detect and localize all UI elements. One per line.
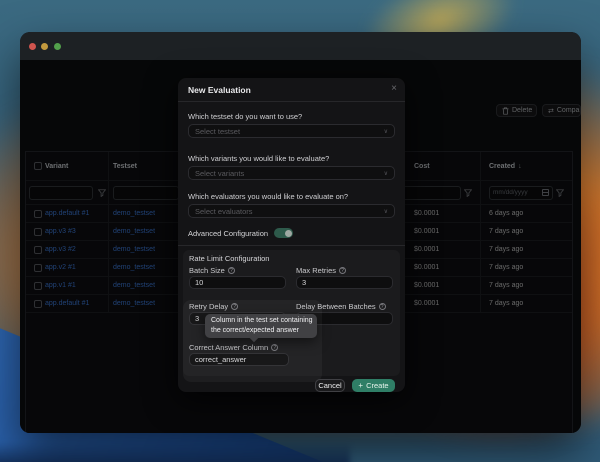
evaluators-select-placeholder: Select evaluators [195, 207, 253, 216]
create-button-label: Create [366, 381, 389, 390]
testset-question-label: Which testset do you want to use? [188, 112, 302, 121]
correct-answer-tooltip: Column in the test set containing the co… [205, 314, 317, 338]
close-icon[interactable]: × [391, 83, 397, 94]
traffic-close-button[interactable] [29, 43, 36, 50]
evaluators-question-label: Which evaluators you would like to evalu… [188, 192, 348, 201]
variants-question-label: Which variants you would like to evaluat… [188, 154, 329, 163]
question-circle-icon[interactable]: ? [379, 303, 386, 310]
max-retries-label: Max Retries ? [296, 266, 346, 275]
variants-select[interactable]: Select variants ∨ [188, 166, 395, 180]
rate-limit-heading: Rate Limit Configuration [189, 254, 269, 263]
batch-size-input[interactable] [189, 276, 286, 289]
question-circle-icon[interactable]: ? [228, 267, 235, 274]
advanced-configuration-row: Advanced Configuration [188, 228, 293, 238]
evaluators-select[interactable]: Select evaluators ∨ [188, 204, 395, 218]
advanced-configuration-toggle[interactable] [274, 228, 293, 238]
create-button[interactable]: + Create [352, 379, 395, 392]
tooltip-line1: Column in the test set containing [211, 316, 311, 326]
max-retries-label-text: Max Retries [296, 266, 336, 275]
traffic-zoom-button[interactable] [54, 43, 61, 50]
traffic-minimize-button[interactable] [41, 43, 48, 50]
testset-select-placeholder: Select testset [195, 127, 240, 136]
app-window: Delete ⇄ Compare Variant Testset Cost Cr… [20, 32, 581, 433]
modal-title: New Evaluation [188, 85, 251, 95]
modal-header: New Evaluation × [178, 78, 405, 102]
chevron-down-icon: ∨ [384, 128, 388, 135]
batch-size-label: Batch Size ? [189, 266, 235, 275]
question-circle-icon[interactable]: ? [339, 267, 346, 274]
cancel-button-label: Cancel [318, 381, 341, 390]
wallpaper-navy-strip [0, 442, 350, 462]
variants-select-placeholder: Select variants [195, 169, 244, 178]
chevron-down-icon: ∨ [384, 170, 388, 177]
batch-size-label-text: Batch Size [189, 266, 225, 275]
toggle-knob [285, 230, 292, 237]
cancel-button[interactable]: Cancel [315, 379, 345, 392]
new-evaluation-modal: New Evaluation × Which testset do you wa… [178, 78, 405, 392]
modal-divider [178, 245, 405, 246]
tooltip-line2: the correct/expected answer [211, 326, 311, 336]
window-titlebar[interactable] [20, 32, 581, 60]
testset-select[interactable]: Select testset ∨ [188, 124, 395, 138]
plus-icon: + [358, 382, 363, 390]
chevron-down-icon: ∨ [384, 208, 388, 215]
max-retries-input[interactable] [296, 276, 393, 289]
advanced-configuration-label: Advanced Configuration [188, 229, 268, 238]
